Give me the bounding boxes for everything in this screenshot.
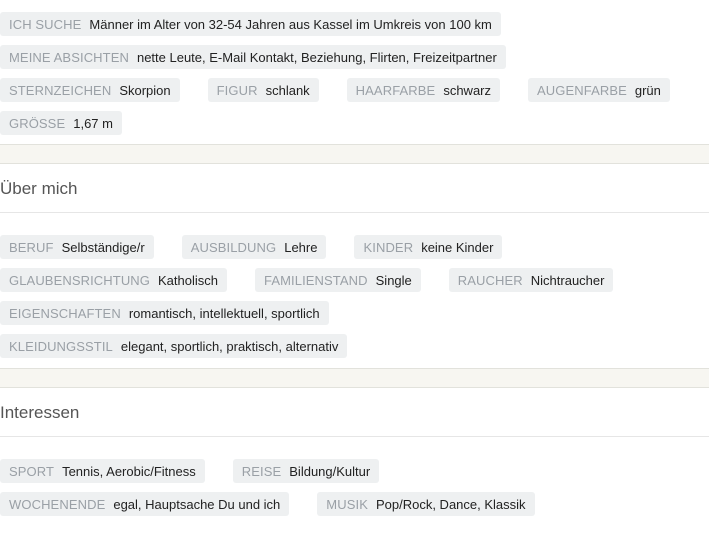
tag-augenfarbe: AUGENFARBE grün — [528, 78, 670, 102]
tag-eigenschaften: EIGENSCHAFTEN romantisch, intellektuell, … — [0, 301, 329, 325]
tag-reise: REISE Bildung/Kultur — [232, 459, 380, 483]
tag-row: GLAUBENSRICHTUNG Katholisch FAMILIENSTAND… — [0, 268, 709, 292]
tag-row: KLEIDUNGSSTIL elegant, sportlich, praktis… — [0, 334, 709, 358]
tag-sport: SPORT Tennis, Aerobic/Fitness — [0, 459, 205, 483]
tag-kinder: KINDER keine Kinder — [354, 235, 503, 259]
tag-wochenende: WOCHENENDE egal, Hauptsache Du und ich — [0, 492, 290, 516]
section-title-interessen: Interessen — [0, 388, 709, 437]
tag-groesse: GRÖSSE 1,67 m — [0, 111, 122, 135]
tag-musik: MUSIK Pop/Rock, Dance, Klassik — [317, 492, 535, 516]
tag-row: BERUF Selbständige/r AUSBILDUNG Lehre KIND… — [0, 235, 709, 259]
section-divider — [0, 144, 709, 164]
tag-haarfarbe: HAARFARBE schwarz — [346, 78, 501, 102]
interests-section: SPORT Tennis, Aerobic/Fitness REISE Bildun… — [0, 437, 709, 516]
tag-row: ICH SUCHE Männer im Alter von 32-54 Jahre… — [0, 12, 709, 36]
tag-row: STERNZEICHEN Skorpion FIGUR schlank HAARFA… — [0, 78, 709, 102]
tag-sternzeichen: STERNZEICHEN Skorpion — [0, 78, 180, 102]
tag-beruf: BERUF Selbständige/r — [0, 235, 154, 259]
tag-raucher: RAUCHER Nichtraucher — [448, 268, 614, 292]
tag-row: MEINE ABSICHTEN nette Leute, E-Mail Konta… — [0, 45, 709, 69]
section-divider — [0, 368, 709, 388]
section-title-ueber-mich: Über mich — [0, 164, 709, 213]
tag-row: WOCHENENDE egal, Hauptsache Du und ich MU… — [0, 492, 709, 516]
tag-row: SPORT Tennis, Aerobic/Fitness REISE Bildun… — [0, 459, 709, 483]
about-section: BERUF Selbständige/r AUSBILDUNG Lehre KIND… — [0, 213, 709, 358]
tag-row: EIGENSCHAFTEN romantisch, intellektuell, … — [0, 301, 709, 325]
tag-glaubensrichtung: GLAUBENSRICHTUNG Katholisch — [0, 268, 227, 292]
tag-kleidungsstil: KLEIDUNGSSTIL elegant, sportlich, praktis… — [0, 334, 348, 358]
tag-row: GRÖSSE 1,67 m — [0, 111, 709, 135]
tag-ich-suche: ICH SUCHE Männer im Alter von 32-54 Jahre… — [0, 12, 501, 36]
profile-basics: ICH SUCHE Männer im Alter von 32-54 Jahre… — [0, 0, 709, 135]
tag-figur: FIGUR schlank — [207, 78, 319, 102]
tag-absichten: MEINE ABSICHTEN nette Leute, E-Mail Konta… — [0, 45, 506, 69]
tag-ausbildung: AUSBILDUNG Lehre — [181, 235, 327, 259]
tag-familienstand: FAMILIENSTAND Single — [255, 268, 421, 292]
